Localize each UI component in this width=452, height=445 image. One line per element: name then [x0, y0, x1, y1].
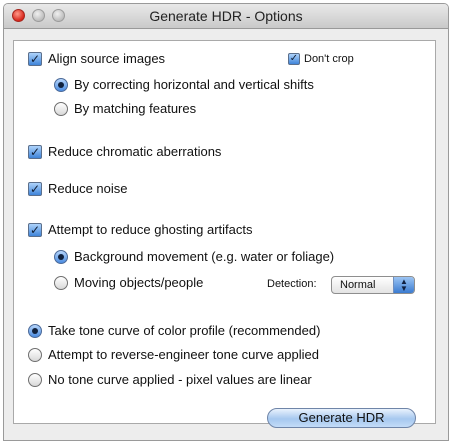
generate-hdr-button[interactable]: Generate HDR [267, 408, 416, 428]
align-horizontal-vertical-label: By correcting horizontal and vertical sh… [74, 77, 314, 92]
checkmark-icon[interactable]: ✓ [288, 53, 300, 65]
background-movement-label: Background movement (e.g. water or folia… [74, 249, 335, 264]
checkmark-icon[interactable]: ✓ [28, 144, 42, 159]
checkmark-icon[interactable]: ✓ [28, 181, 42, 196]
ghosting-option[interactable]: ✓ Attempt to reduce ghosting artifacts [28, 222, 253, 237]
chromatic-aberrations-label: Reduce chromatic aberrations [48, 144, 222, 159]
radio-dot-icon[interactable] [54, 77, 68, 92]
detection-label: Detection: [267, 278, 317, 290]
align-features-option[interactable]: By matching features [54, 101, 196, 116]
reduce-noise-label: Reduce noise [48, 181, 128, 196]
checkmark-icon[interactable]: ✓ [28, 222, 42, 237]
detection-select[interactable]: Normal ▲ ▼ [331, 276, 415, 294]
background-movement-option[interactable]: Background movement (e.g. water or folia… [54, 249, 334, 264]
tone-linear-label: No tone curve applied - pixel values are… [48, 372, 312, 387]
moving-objects-label: Moving objects/people [74, 275, 204, 290]
align-features-label: By matching features [74, 101, 197, 116]
radio-dot-icon[interactable] [54, 249, 68, 264]
title-bar: Generate HDR - Options [4, 4, 448, 29]
options-window: Generate HDR - Options ✓ Align source im… [3, 3, 449, 441]
radio-empty-icon[interactable] [54, 275, 68, 290]
radio-empty-icon[interactable] [28, 372, 42, 387]
align-horizontal-vertical-option[interactable]: By correcting horizontal and vertical sh… [54, 77, 314, 92]
moving-objects-option[interactable]: Moving objects/people [54, 275, 203, 290]
tone-reverse-label: Attempt to reverse-engineer tone curve a… [48, 347, 319, 362]
options-panel: ✓ Align source images ✓ Don't crop By co… [13, 40, 436, 424]
chromatic-aberrations-option[interactable]: ✓ Reduce chromatic aberrations [28, 144, 221, 159]
radio-empty-icon[interactable] [28, 347, 42, 362]
detection-select-value: Normal [340, 279, 376, 291]
tone-profile-label: Take tone curve of color profile (recomm… [48, 323, 321, 338]
checkmark-icon[interactable]: ✓ [28, 51, 42, 66]
up-down-arrows-icon: ▲ ▼ [393, 277, 414, 293]
tone-reverse-option[interactable]: Attempt to reverse-engineer tone curve a… [28, 347, 319, 362]
align-source-images-label: Align source images [48, 51, 166, 66]
align-source-images-option[interactable]: ✓ Align source images [28, 51, 165, 66]
dont-crop-label: Don't crop [304, 53, 354, 65]
tone-profile-option[interactable]: Take tone curve of color profile (recomm… [28, 323, 320, 338]
radio-empty-icon[interactable] [54, 101, 68, 116]
radio-dot-icon[interactable] [28, 323, 42, 338]
reduce-noise-option[interactable]: ✓ Reduce noise [28, 181, 128, 196]
tone-linear-option[interactable]: No tone curve applied - pixel values are… [28, 372, 312, 387]
dont-crop-option[interactable]: ✓ Don't crop [288, 53, 354, 65]
window-title: Generate HDR - Options [149, 8, 303, 24]
ghosting-label: Attempt to reduce ghosting artifacts [48, 222, 253, 237]
